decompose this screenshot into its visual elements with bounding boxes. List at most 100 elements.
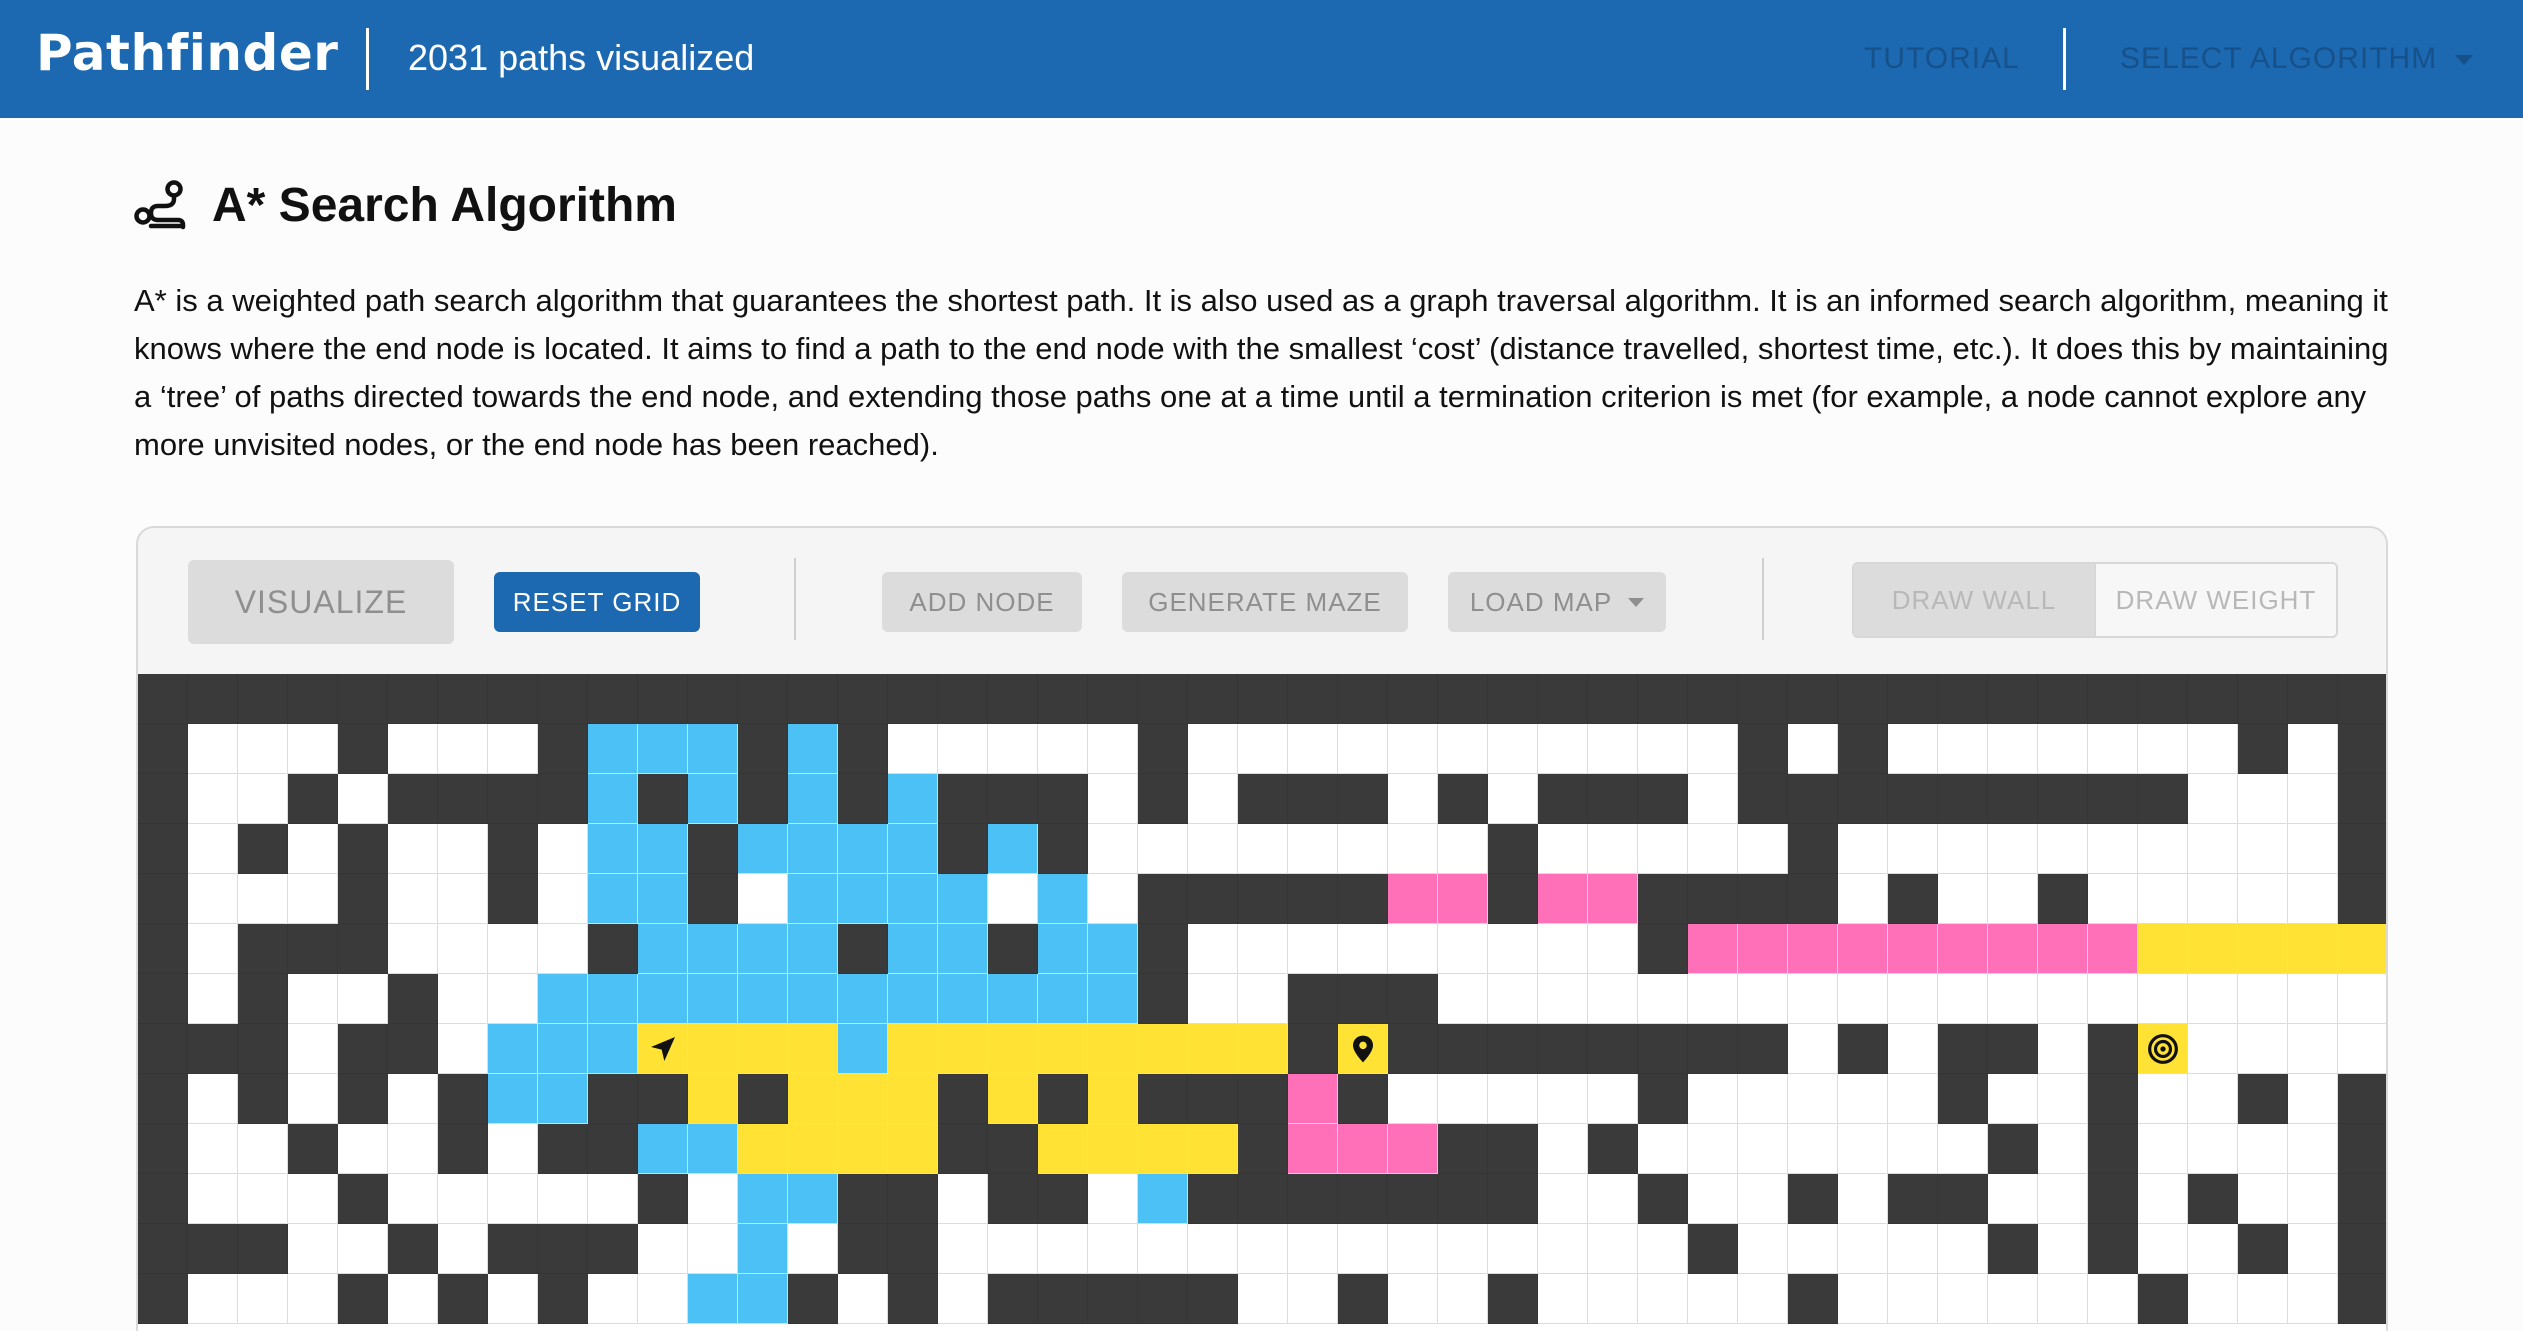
wall-cell[interactable] <box>1638 674 1688 724</box>
empty-cell[interactable] <box>1438 1224 1488 1274</box>
empty-cell[interactable] <box>1088 1224 1138 1274</box>
empty-cell[interactable] <box>1488 974 1538 1024</box>
wall-cell[interactable] <box>1188 1274 1238 1324</box>
visited-cell[interactable] <box>788 1174 838 1224</box>
wall-cell[interactable] <box>638 674 688 724</box>
empty-cell[interactable] <box>1738 974 1788 1024</box>
empty-cell[interactable] <box>338 1224 388 1274</box>
wall-cell[interactable] <box>2288 674 2338 724</box>
visited-cell[interactable] <box>638 824 688 874</box>
wall-cell[interactable] <box>1138 1274 1188 1324</box>
visited-cell[interactable] <box>738 824 788 874</box>
empty-cell[interactable] <box>2088 874 2138 924</box>
empty-cell[interactable] <box>1588 924 1638 974</box>
empty-cell[interactable] <box>288 1024 338 1074</box>
visited-cell[interactable] <box>1288 1074 1338 1124</box>
wall-cell[interactable] <box>1938 674 1988 724</box>
wall-cell[interactable] <box>838 1174 888 1224</box>
empty-cell[interactable] <box>2138 1124 2188 1174</box>
empty-cell[interactable] <box>2238 1024 2288 1074</box>
wall-cell[interactable] <box>2338 674 2386 724</box>
empty-cell[interactable] <box>238 1124 288 1174</box>
path-cell[interactable] <box>2338 924 2386 974</box>
wall-cell[interactable] <box>138 724 188 774</box>
wall-cell[interactable] <box>788 674 838 724</box>
visited-cell[interactable] <box>888 924 938 974</box>
wall-cell[interactable] <box>1338 774 1388 824</box>
wall-cell[interactable] <box>988 1124 1038 1174</box>
path-cell[interactable] <box>888 1124 938 1174</box>
wall-cell[interactable] <box>1188 874 1238 924</box>
path-cell[interactable] <box>1088 1024 1138 1074</box>
wall-cell[interactable] <box>1438 1124 1488 1174</box>
empty-cell[interactable] <box>1788 974 1838 1024</box>
wall-cell[interactable] <box>638 1074 688 1124</box>
pathfinding-grid[interactable] <box>138 674 2386 1331</box>
wall-cell[interactable] <box>788 1274 838 1324</box>
wall-cell[interactable] <box>238 924 288 974</box>
wall-cell[interactable] <box>1488 1174 1538 1224</box>
visited-cell[interactable] <box>1338 1124 1388 1174</box>
wall-cell[interactable] <box>888 674 938 724</box>
empty-cell[interactable] <box>1688 724 1738 774</box>
empty-cell[interactable] <box>1488 1074 1538 1124</box>
brand-logo[interactable]: Pathfinder <box>36 24 338 82</box>
empty-cell[interactable] <box>488 1174 538 1224</box>
empty-cell[interactable] <box>1838 824 1888 874</box>
empty-cell[interactable] <box>1838 1224 1888 1274</box>
empty-cell[interactable] <box>1888 824 1938 874</box>
empty-cell[interactable] <box>1238 824 1288 874</box>
wall-cell[interactable] <box>1488 824 1538 874</box>
empty-cell[interactable] <box>1588 824 1638 874</box>
wall-cell[interactable] <box>938 1074 988 1124</box>
wall-cell[interactable] <box>238 674 288 724</box>
empty-cell[interactable] <box>2088 974 2138 1024</box>
empty-cell[interactable] <box>188 1174 238 1224</box>
wall-cell[interactable] <box>1788 1174 1838 1224</box>
visited-cell[interactable] <box>838 824 888 874</box>
empty-cell[interactable] <box>1288 924 1338 974</box>
empty-cell[interactable] <box>2288 824 2338 874</box>
visited-cell[interactable] <box>888 874 938 924</box>
visited-cell[interactable] <box>588 774 638 824</box>
path-cell[interactable] <box>2238 924 2288 974</box>
empty-cell[interactable] <box>1838 974 1888 1024</box>
path-cell[interactable] <box>1038 1024 1088 1074</box>
visited-cell[interactable] <box>1538 874 1588 924</box>
empty-cell[interactable] <box>1538 824 1588 874</box>
wall-cell[interactable] <box>1888 774 1938 824</box>
wall-cell[interactable] <box>2188 674 2238 724</box>
empty-cell[interactable] <box>188 1124 238 1174</box>
visited-cell[interactable] <box>1038 874 1088 924</box>
wall-cell[interactable] <box>988 1274 1038 1324</box>
empty-cell[interactable] <box>2288 1174 2338 1224</box>
empty-cell[interactable] <box>1788 724 1838 774</box>
visited-cell[interactable] <box>688 724 738 774</box>
wall-cell[interactable] <box>2038 774 2088 824</box>
empty-cell[interactable] <box>1538 924 1588 974</box>
empty-cell[interactable] <box>1438 924 1488 974</box>
empty-cell[interactable] <box>438 724 488 774</box>
wall-cell[interactable] <box>388 674 438 724</box>
wall-cell[interactable] <box>2338 1074 2386 1124</box>
wall-cell[interactable] <box>1138 724 1188 774</box>
wall-cell[interactable] <box>1988 774 2038 824</box>
wall-cell[interactable] <box>488 774 538 824</box>
empty-cell[interactable] <box>1188 724 1238 774</box>
visited-cell[interactable] <box>488 1074 538 1124</box>
empty-cell[interactable] <box>1488 924 1538 974</box>
visited-cell[interactable] <box>1788 924 1838 974</box>
empty-cell[interactable] <box>1888 1124 1938 1174</box>
empty-cell[interactable] <box>1938 1124 1988 1174</box>
path-cell[interactable] <box>888 1024 938 1074</box>
wall-cell[interactable] <box>538 1124 588 1174</box>
wall-cell[interactable] <box>138 824 188 874</box>
empty-cell[interactable] <box>438 1224 488 1274</box>
wall-cell[interactable] <box>1338 874 1388 924</box>
wall-cell[interactable] <box>1638 1174 1688 1224</box>
visited-cell[interactable] <box>1938 924 1988 974</box>
path-cell[interactable] <box>988 1024 1038 1074</box>
empty-cell[interactable] <box>438 974 488 1024</box>
empty-cell[interactable] <box>1888 1074 1938 1124</box>
empty-cell[interactable] <box>1538 1224 1588 1274</box>
